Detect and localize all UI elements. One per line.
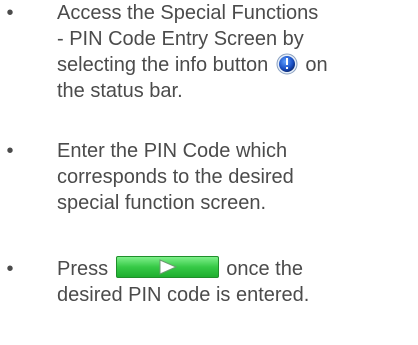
step-2-line-3: special function screen. xyxy=(57,192,267,214)
step-3-line-1: Press once the xyxy=(57,256,415,282)
step-1-line-3-text: selecting the info button xyxy=(57,54,269,76)
step-2-line-2: corresponds to the desired xyxy=(57,166,294,188)
step-2-line-1: Enter the PIN Code which xyxy=(57,140,288,162)
step-1-line-3: selecting the info button on xyxy=(57,52,415,78)
step-3-press-text: Press xyxy=(57,258,109,280)
step-3-line-2: desired PIN code is entered. xyxy=(57,284,310,306)
bullet-marker: • xyxy=(6,258,14,280)
info-button-icon xyxy=(276,53,298,75)
bullet-marker: • xyxy=(6,2,14,24)
step-2-text: Enter the PIN Code which corresponds to … xyxy=(57,138,415,216)
step-3-text: Press once the desired PIN code is enter… xyxy=(57,256,415,308)
step-1-line-2: - PIN Code Entry Screen by xyxy=(57,28,304,50)
play-arrow-icon xyxy=(159,259,177,275)
bullet-marker: • xyxy=(6,140,14,162)
step-1-line-4: the status bar. xyxy=(57,80,183,102)
step-1-line-3-tail: on xyxy=(305,54,328,76)
step-1-line-1: Access the Special Functions xyxy=(57,2,319,24)
green-play-button xyxy=(115,256,219,278)
step-1-text: Access the Special Functions - PIN Code … xyxy=(57,0,415,104)
step-3-once-text: once the xyxy=(226,258,303,280)
